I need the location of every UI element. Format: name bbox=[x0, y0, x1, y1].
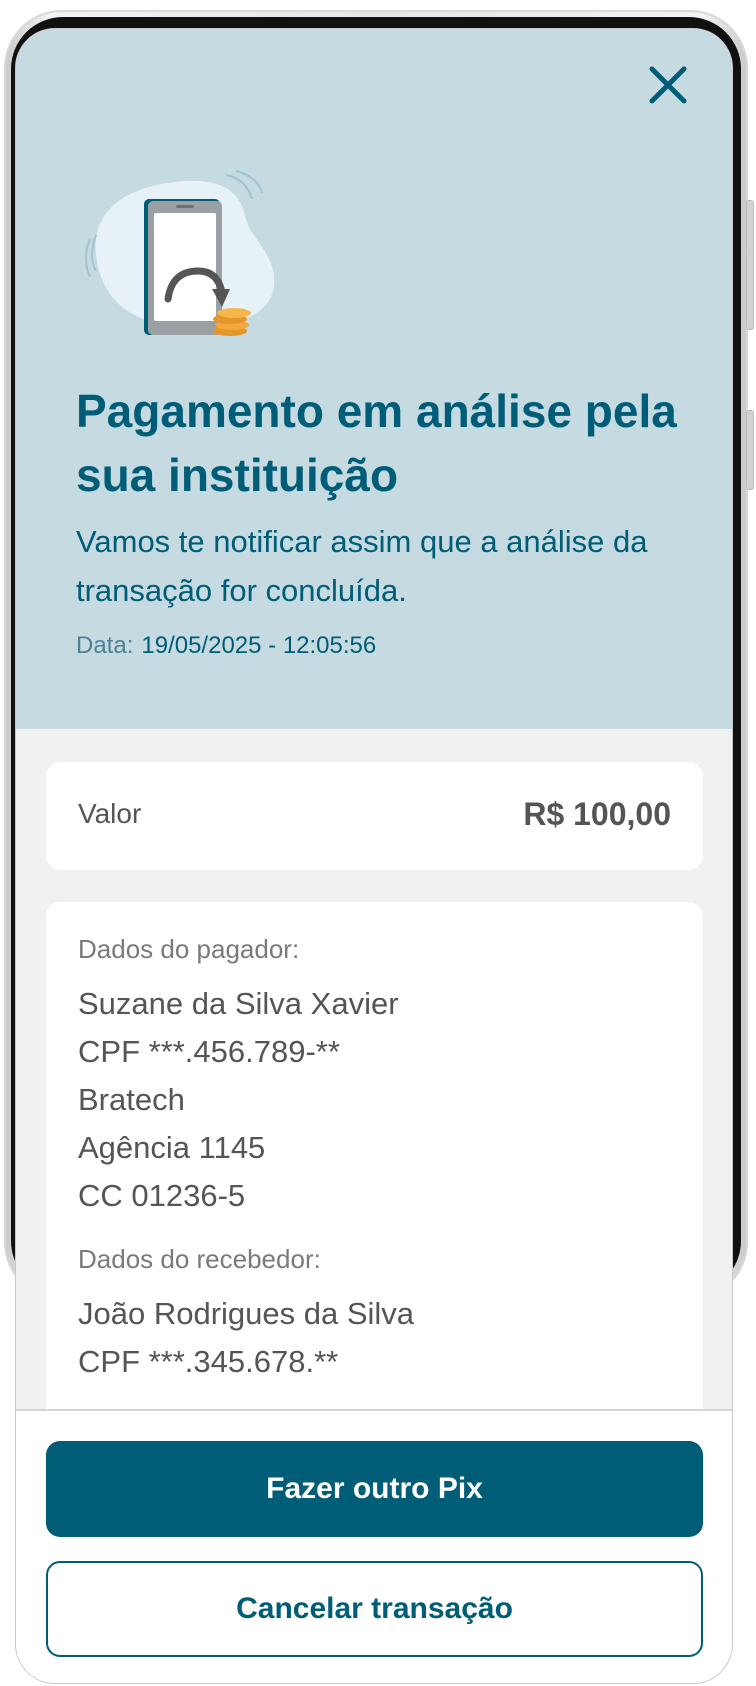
phone-side-button bbox=[746, 410, 754, 490]
action-bar: Fazer outro Pix Cancelar transação bbox=[16, 1409, 732, 1683]
payer-section: Dados do pagador: Suzane da Silva Xavier… bbox=[78, 932, 671, 1220]
receiver-cpf: CPF ***.345.678.** bbox=[78, 1344, 339, 1379]
receiver-name: João Rodrigues da Silva bbox=[78, 1296, 415, 1331]
app-screen: Pagamento em análise pela sua instituiçã… bbox=[15, 28, 733, 1684]
amount-label: Valor bbox=[78, 798, 142, 829]
phone-payment-illustration bbox=[76, 159, 296, 349]
status-subtitle: Vamos te notificar assim que a análise d… bbox=[76, 524, 648, 608]
status-hero: Pagamento em análise pela sua instituiçã… bbox=[16, 29, 732, 729]
transaction-date: Data: 19/05/2025 - 12:05:56 bbox=[76, 632, 376, 660]
receiver-label: Dados do recebedor: bbox=[78, 1244, 321, 1274]
payer-account: CC 01236-5 bbox=[78, 1178, 246, 1213]
phone-side-button bbox=[746, 200, 754, 330]
payer-label: Dados do pagador: bbox=[78, 934, 300, 964]
close-button[interactable] bbox=[644, 61, 692, 109]
receiver-section: Dados do recebedor: João Rodrigues da Si… bbox=[78, 1242, 671, 1386]
payer-name: Suzane da Silva Xavier bbox=[78, 986, 399, 1021]
payer-bank: Bratech bbox=[78, 1082, 185, 1117]
close-icon bbox=[649, 66, 687, 104]
amount-value: R$ 100,00 bbox=[523, 796, 671, 832]
amount-card: Valor R$ 100,00 bbox=[46, 762, 703, 870]
payer-agency: Agência 1145 bbox=[78, 1130, 266, 1165]
payer-cpf: CPF ***.456.789-** bbox=[78, 1034, 340, 1069]
date-value: 19/05/2025 - 12:05:56 bbox=[141, 632, 377, 659]
date-label: Data: bbox=[76, 632, 134, 659]
status-title: Pagamento em análise pela sua instituiçã… bbox=[76, 385, 677, 501]
cancel-transaction-button[interactable]: Cancelar transação bbox=[46, 1561, 703, 1657]
new-pix-button[interactable]: Fazer outro Pix bbox=[46, 1441, 703, 1537]
transaction-details-card: Dados do pagador: Suzane da Silva Xavier… bbox=[46, 902, 703, 1462]
